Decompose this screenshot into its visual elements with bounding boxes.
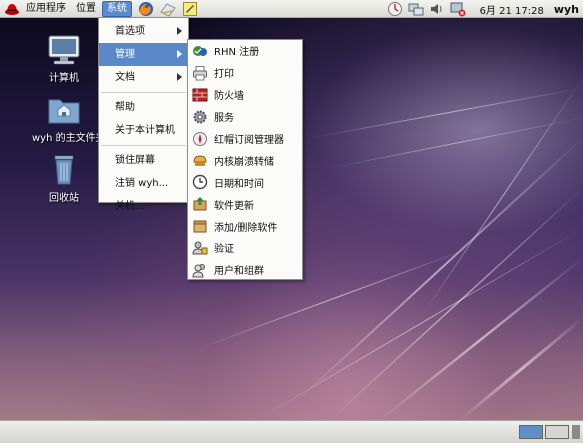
desktop-icon-label: 计算机 bbox=[49, 73, 79, 84]
desktop-icon-label: wyh 的主文件夹 bbox=[32, 133, 106, 144]
menu-item-add-remove-software[interactable]: 添加/删除软件 bbox=[188, 215, 302, 237]
bottom-panel bbox=[0, 420, 583, 443]
services-gear-icon bbox=[192, 109, 208, 125]
menu-item-label: 打印 bbox=[214, 69, 234, 81]
applications-menu[interactable]: 应用程序 bbox=[22, 1, 70, 17]
mail-icon[interactable] bbox=[160, 1, 176, 17]
menu-item-label: 文档 bbox=[115, 72, 135, 83]
rhn-register-icon bbox=[192, 43, 208, 59]
panel-clock[interactable]: 6月 21 17:28 bbox=[480, 2, 544, 17]
submenu-arrow-icon bbox=[177, 50, 182, 58]
subscription-manager-icon bbox=[192, 131, 208, 147]
clock-icon bbox=[192, 174, 208, 190]
menu-item-label: 内核崩溃转储 bbox=[214, 156, 274, 168]
trash-applet[interactable] bbox=[572, 425, 580, 439]
system-menu-button[interactable]: 系统 bbox=[102, 0, 132, 17]
firewall-icon bbox=[192, 87, 208, 103]
menu-item-label: 注销 wyh... bbox=[115, 178, 169, 189]
menu-item-preferences[interactable]: 首选项 bbox=[99, 20, 188, 43]
menu-item-label: 管理 bbox=[115, 49, 135, 60]
menu-item-label: 添加/删除软件 bbox=[214, 222, 278, 234]
menu-item-label: 红帽订阅管理器 bbox=[214, 135, 284, 146]
menu-item-label: 锁住屏幕 bbox=[115, 155, 155, 166]
desktop-icon-computer[interactable]: 计算机 bbox=[32, 34, 96, 84]
printer-icon bbox=[192, 65, 208, 81]
menu-item-label: RHN 注册 bbox=[214, 47, 260, 59]
volume-icon[interactable] bbox=[429, 1, 445, 17]
menu-item-label: 防火墙 bbox=[214, 91, 244, 103]
notes-icon[interactable] bbox=[182, 1, 198, 17]
menu-item-software-update[interactable]: 软件更新 bbox=[188, 193, 302, 215]
menu-item-users-groups[interactable]: 用户和组群 bbox=[188, 259, 302, 281]
kdump-icon bbox=[192, 152, 208, 168]
menu-item-logout[interactable]: 注销 wyh... bbox=[99, 172, 188, 195]
menu-item-documents[interactable]: 文档 bbox=[99, 66, 188, 89]
desktop-icon-trash[interactable]: 回收站 bbox=[32, 154, 96, 204]
menu-item-subscription-manager[interactable]: 红帽订阅管理器 bbox=[188, 128, 302, 150]
computer-icon bbox=[46, 34, 82, 66]
network-icon[interactable] bbox=[408, 1, 424, 17]
menu-item-kdump[interactable]: 内核崩溃转储 bbox=[188, 149, 302, 171]
submenu-arrow-icon bbox=[177, 27, 182, 35]
workspace-switcher-2[interactable] bbox=[545, 425, 569, 439]
menu-item-print[interactable]: 打印 bbox=[188, 62, 302, 84]
user-name[interactable]: wyh bbox=[554, 3, 579, 16]
desktop-icon-home-folder[interactable]: wyh 的主文件夹 bbox=[32, 94, 106, 144]
menu-item-firewall[interactable]: 防火墙 bbox=[188, 84, 302, 106]
workspace-switcher-1[interactable] bbox=[519, 425, 543, 439]
menu-item-lock-screen[interactable]: 锁住屏幕 bbox=[99, 149, 188, 172]
menu-item-help[interactable]: 帮助 bbox=[99, 96, 188, 119]
menu-item-label: 用户和组群 bbox=[214, 266, 264, 278]
software-update-icon bbox=[192, 196, 208, 212]
menu-item-label: 帮助 bbox=[115, 102, 135, 113]
menu-item-label: 软件更新 bbox=[214, 200, 254, 212]
menu-item-services[interactable]: 服务 bbox=[188, 106, 302, 128]
menu-separator bbox=[101, 145, 186, 146]
menu-item-about[interactable]: 关于本计算机 bbox=[99, 119, 188, 142]
menu-item-label: 关于本计算机 bbox=[115, 125, 175, 136]
menu-item-label: 关机... bbox=[115, 201, 145, 212]
users-groups-icon bbox=[192, 262, 208, 278]
home-folder-icon bbox=[46, 94, 82, 126]
menu-item-administration[interactable]: 管理 bbox=[99, 43, 188, 66]
menu-item-label: 首选项 bbox=[115, 26, 145, 37]
top-panel: 应用程序 位置 系统 6月 21 17:28 wyh bbox=[0, 0, 583, 18]
submenu-arrow-icon bbox=[177, 73, 182, 81]
menu-separator bbox=[101, 92, 186, 93]
places-menu[interactable]: 位置 bbox=[72, 1, 100, 17]
menu-item-label: 验证 bbox=[214, 244, 234, 256]
firefox-icon[interactable] bbox=[138, 1, 154, 17]
menu-item-shutdown[interactable]: 关机... bbox=[99, 195, 188, 218]
update-icon[interactable] bbox=[387, 1, 403, 17]
menu-item-label: 日期和时间 bbox=[214, 178, 264, 190]
desktop-icon-label: 回收站 bbox=[49, 193, 79, 204]
menu-item-authentication[interactable]: 验证 bbox=[188, 237, 302, 259]
administration-submenu: RHN 注册 打印 防火墙 服务 红帽订阅管理器 内核崩溃转储 日期和时间 软件… bbox=[187, 39, 303, 280]
menu-item-rhn-register[interactable]: RHN 注册 bbox=[188, 40, 302, 62]
authentication-icon bbox=[192, 240, 208, 256]
add-remove-software-icon bbox=[192, 218, 208, 234]
redhat-logo-icon[interactable] bbox=[4, 1, 20, 17]
alert-icon[interactable] bbox=[450, 1, 466, 17]
menu-item-label: 服务 bbox=[214, 113, 234, 125]
trash-icon bbox=[46, 154, 82, 186]
system-menu: 首选项 管理 文档 帮助 关于本计算机 锁住屏幕 注销 wyh... 关机... bbox=[98, 17, 189, 212]
menu-item-date-time[interactable]: 日期和时间 bbox=[188, 171, 302, 193]
